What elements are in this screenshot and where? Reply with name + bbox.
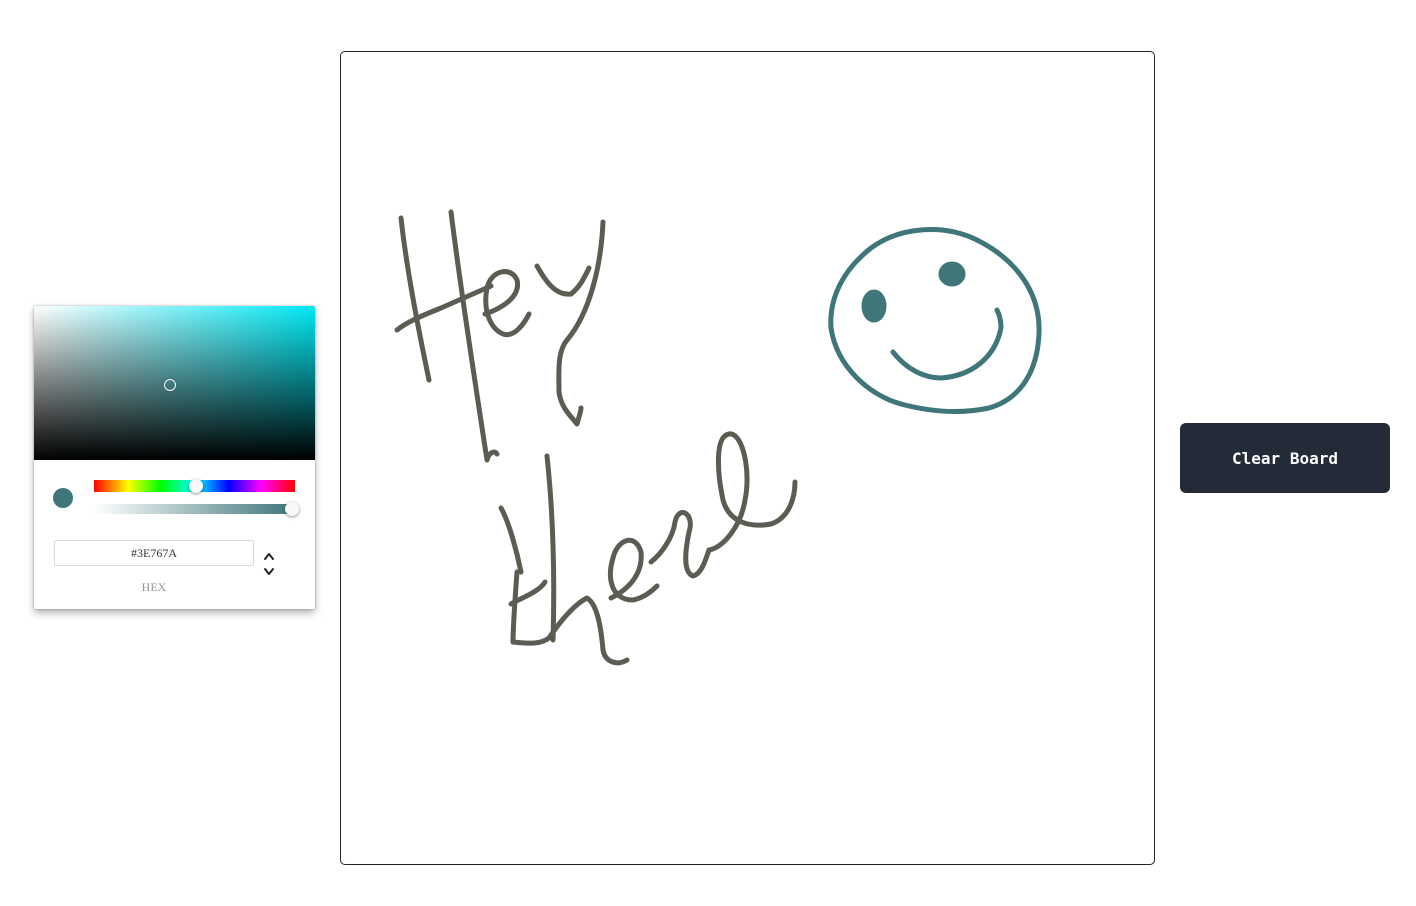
letter-e3 [706, 431, 798, 553]
hex-mode-label: HEX [141, 580, 167, 594]
smiley-left-eye [861, 289, 887, 323]
smiley-right-eye [938, 261, 966, 287]
drawing-canvas[interactable] [341, 52, 1155, 865]
letter-y-left [534, 263, 592, 297]
clear-board-button[interactable]: Clear Board [1180, 423, 1390, 493]
letter-h-right-stroke [448, 209, 500, 463]
saturation-area[interactable] [34, 306, 315, 460]
saturation-pointer[interactable] [164, 379, 176, 391]
alpha-slider[interactable] [94, 504, 295, 514]
letter-y-tail [556, 219, 606, 427]
letter-t-left [498, 505, 524, 575]
alpha-slider-handle[interactable] [285, 502, 299, 516]
letter-t-stem [544, 453, 557, 643]
handwriting-hey-there [394, 209, 798, 666]
color-picker: HEX [34, 306, 315, 609]
smiley-face-outline [828, 227, 1042, 414]
drawing-board[interactable] [340, 51, 1155, 865]
hex-input[interactable] [54, 540, 254, 566]
smiley-mouth [890, 307, 1004, 381]
drawing-app: HEX [0, 0, 1416, 906]
color-swatch [53, 488, 73, 508]
letter-r [648, 510, 712, 579]
chevron-up-down-icon[interactable] [262, 551, 276, 577]
letter-e2 [608, 537, 660, 603]
letter-e [482, 269, 532, 338]
hue-slider-handle[interactable] [189, 479, 203, 493]
smiley-drawing [828, 227, 1042, 414]
letter-h-left-stroke [398, 215, 432, 383]
